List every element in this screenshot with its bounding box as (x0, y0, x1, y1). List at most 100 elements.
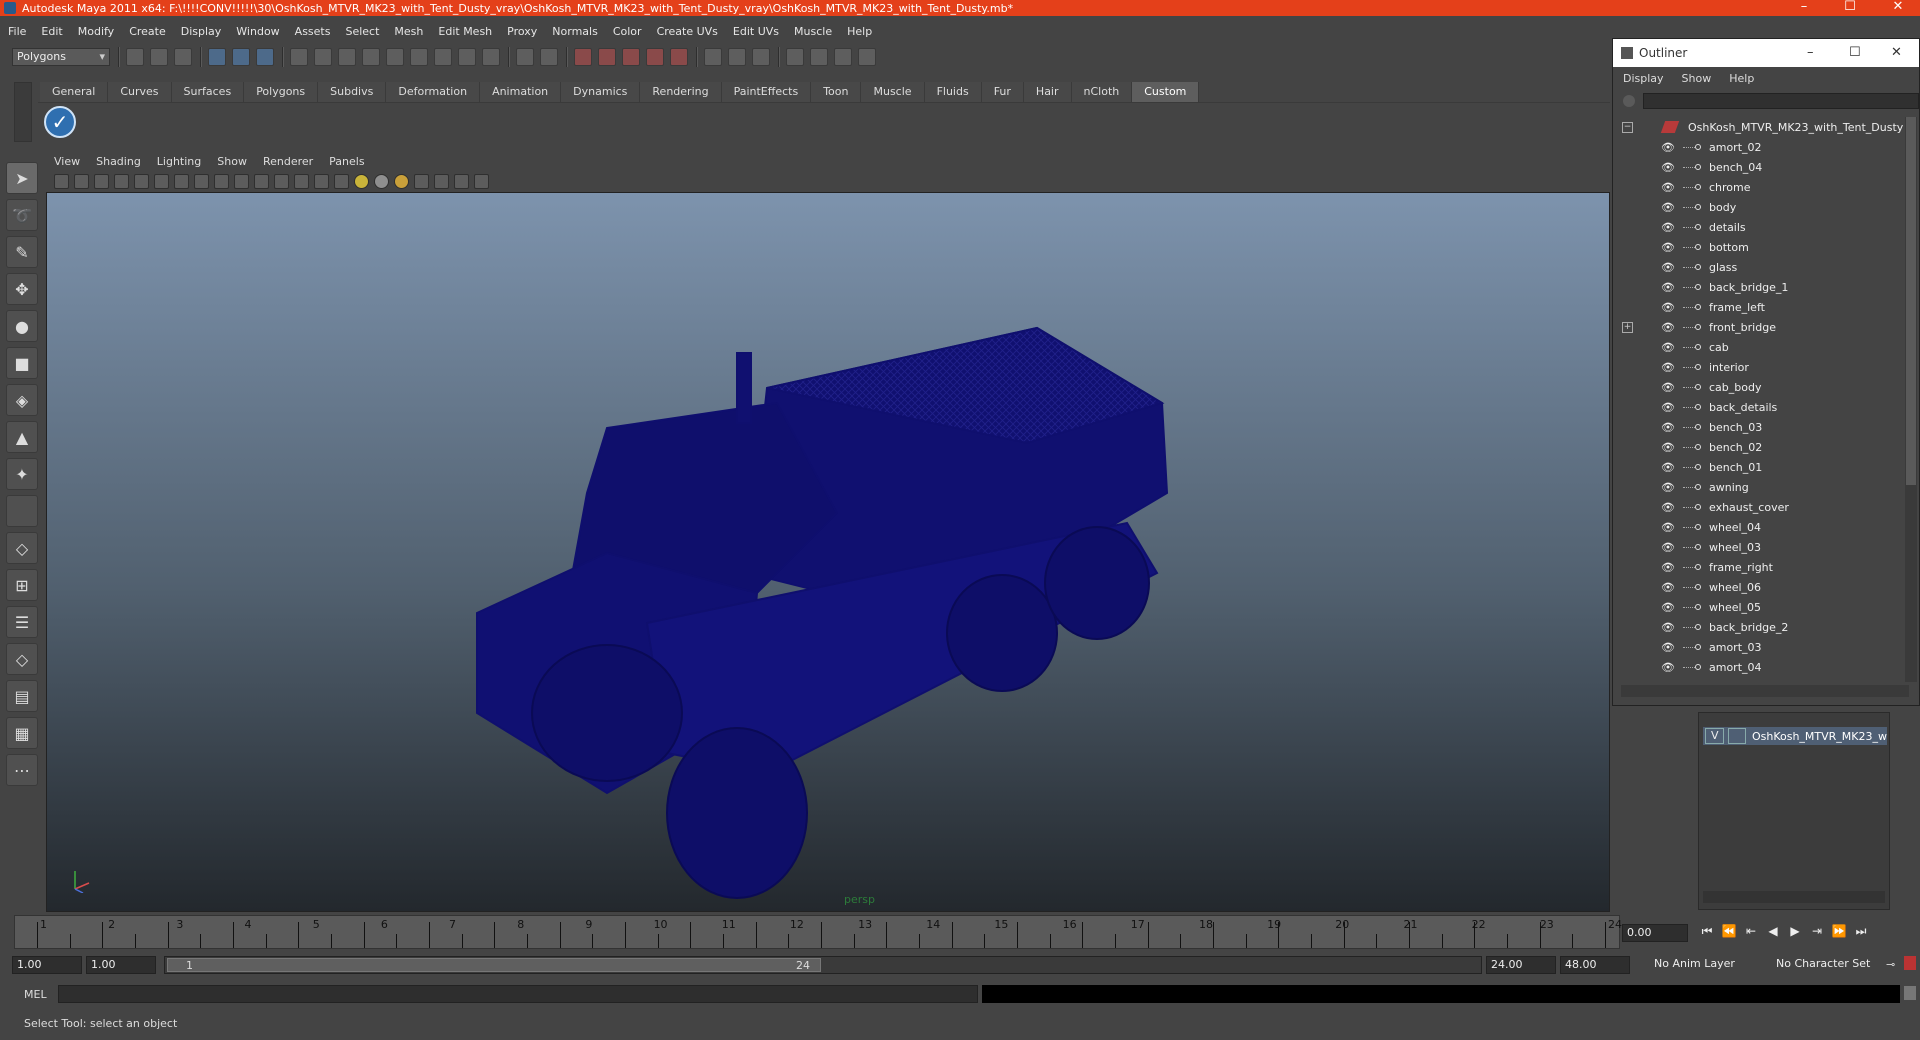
open-scene-icon[interactable] (150, 48, 168, 66)
display-layer-row[interactable]: V OshKosh_MTVR_MK23_w (1703, 727, 1887, 745)
menu-mesh[interactable]: Mesh (394, 25, 423, 38)
step-forward-key-icon[interactable]: ⏩ (1828, 924, 1850, 939)
current-time-field[interactable]: 0.00 (1622, 924, 1688, 942)
filter-icon[interactable] (1623, 95, 1635, 107)
layer-horizontal-scrollbar[interactable] (1703, 891, 1885, 903)
outliner-item[interactable]: 👁 amort_02 (1613, 137, 1905, 157)
checkmark-icon[interactable]: ✓ (44, 106, 76, 138)
viewport-menu-renderer[interactable]: Renderer (263, 155, 313, 168)
character-set-dropdown[interactable]: No Character Set (1772, 956, 1884, 974)
safe-title-icon[interactable] (254, 173, 269, 189)
snap-plane-icon[interactable] (646, 48, 664, 66)
anim-layer-dropdown[interactable]: No Anim Layer (1650, 956, 1766, 974)
tab-muscle[interactable]: Muscle (861, 82, 925, 102)
outliner-item[interactable]: 👁 amort_04 (1613, 657, 1905, 677)
grid-toggle-icon[interactable] (134, 173, 149, 189)
select-joints-icon[interactable] (338, 48, 356, 66)
outliner-item[interactable]: 👁 bench_04 (1613, 157, 1905, 177)
snap-point-icon[interactable] (622, 48, 640, 66)
safe-action-icon[interactable] (234, 173, 249, 189)
layer-name[interactable]: OshKosh_MTVR_MK23_w (1752, 730, 1887, 743)
tab-toon[interactable]: Toon (811, 82, 862, 102)
outliner-item[interactable]: 👁 back_bridge_1 (1613, 277, 1905, 297)
outliner-root-node[interactable]: − OshKosh_MTVR_MK23_with_Tent_Dusty (1613, 117, 1905, 137)
step-back-frame-icon[interactable]: ⇤ (1740, 924, 1762, 939)
outliner-item[interactable]: 👁 wheel_03 (1613, 537, 1905, 557)
menu-create[interactable]: Create (129, 25, 166, 38)
viewport-menu-view[interactable]: View (54, 155, 80, 168)
save-scene-icon[interactable] (174, 48, 192, 66)
menu-modify[interactable]: Modify (78, 25, 114, 38)
tab-general[interactable]: General (40, 82, 109, 102)
tab-rendering[interactable]: Rendering (640, 82, 722, 102)
play-forward-icon[interactable]: ▶ (1784, 924, 1806, 939)
menu-assets[interactable]: Assets (295, 25, 331, 38)
snap-curve-icon[interactable] (598, 48, 616, 66)
tab-hair[interactable]: Hair (1023, 82, 1072, 102)
play-backward-icon[interactable]: ◀ (1762, 924, 1784, 939)
tab-fur[interactable]: Fur (981, 82, 1024, 102)
menu-select[interactable]: Select (345, 25, 379, 38)
tab-ncloth[interactable]: nCloth (1071, 82, 1133, 102)
select-rendering-icon[interactable] (458, 48, 476, 66)
minimize-icon[interactable]: – (1784, 0, 1824, 16)
menu-muscle[interactable]: Muscle (794, 25, 832, 38)
tab-deformation[interactable]: Deformation (386, 82, 481, 102)
outliner-item[interactable]: 👁 back_bridge_2 (1613, 617, 1905, 637)
tab-custom[interactable]: Custom (1132, 82, 1200, 102)
ipr-render-icon[interactable] (834, 48, 852, 66)
outliner-persp-layout-icon[interactable]: ☰ (6, 606, 38, 638)
select-dynamics-icon[interactable] (434, 48, 452, 66)
menu-create-uvs[interactable]: Create UVs (657, 25, 718, 38)
film-gate-icon[interactable] (154, 173, 169, 189)
outliner-item[interactable]: 👁 details (1613, 217, 1905, 237)
isolate-select-icon[interactable] (414, 173, 429, 189)
tab-painteffects[interactable]: PaintEffects (721, 82, 812, 102)
command-input[interactable] (58, 985, 978, 1003)
key-icon[interactable]: ⊸ (1886, 958, 1895, 971)
tab-subdivs[interactable]: Subdivs (318, 82, 387, 102)
step-forward-frame-icon[interactable]: ⇥ (1806, 924, 1828, 939)
outliner-menu-help[interactable]: Help (1729, 72, 1754, 85)
lock-selection-icon[interactable] (516, 48, 534, 66)
outliner-item[interactable]: 👁 wheel_04 (1613, 517, 1905, 537)
outliner-item[interactable]: 👁 glass (1613, 257, 1905, 277)
selection-mask-icon[interactable] (290, 48, 308, 66)
field-chart-icon[interactable] (214, 173, 229, 189)
playback-start-field[interactable]: 1.00 (86, 956, 156, 974)
hud-icon[interactable] (474, 173, 489, 189)
four-pane-layout-icon[interactable]: ⊞ (6, 569, 38, 601)
move-tool-icon[interactable]: ✥ (6, 273, 38, 305)
select-deformers-icon[interactable] (410, 48, 428, 66)
layout-options-icon[interactable]: ⋯ (6, 754, 38, 786)
soft-modification-icon[interactable]: ▲ (6, 421, 38, 453)
outliner-item[interactable]: 👁 awning (1613, 477, 1905, 497)
outliner-item[interactable]: 👁 cab_body (1613, 377, 1905, 397)
select-surfaces-icon[interactable] (386, 48, 404, 66)
render-settings-icon[interactable] (858, 48, 876, 66)
scroll-thumb[interactable] (1906, 117, 1916, 485)
select-handles-icon[interactable] (314, 48, 332, 66)
camera-attributes-icon[interactable] (74, 173, 89, 189)
select-object-icon[interactable] (232, 48, 250, 66)
menu-window[interactable]: Window (236, 25, 279, 38)
input-ops-icon[interactable] (704, 48, 722, 66)
outliner-item[interactable]: 👁 amort_03 (1613, 637, 1905, 657)
make-live-icon[interactable] (670, 48, 688, 66)
outliner-item[interactable]: 👁 bench_02 (1613, 437, 1905, 457)
menu-color[interactable]: Color (613, 25, 642, 38)
tab-dynamics[interactable]: Dynamics (561, 82, 641, 102)
image-plane-icon[interactable] (114, 173, 129, 189)
graph-persp-layout-icon[interactable]: ◇ (6, 643, 38, 675)
shadows-icon[interactable] (394, 173, 409, 189)
new-scene-icon[interactable] (126, 48, 144, 66)
last-tool-icon[interactable] (6, 495, 38, 527)
menu-display[interactable]: Display (181, 25, 222, 38)
select-tool-arrow-icon[interactable]: ➤ (6, 162, 38, 194)
menu-normals[interactable]: Normals (552, 25, 598, 38)
outliner-item[interactable]: 👁 bottom (1613, 237, 1905, 257)
range-slider[interactable]: 1 24 (164, 956, 1482, 974)
outliner-item[interactable]: 👁 exhaust_cover (1613, 497, 1905, 517)
outliner-filter-input[interactable] (1643, 93, 1919, 109)
show-manipulator-icon[interactable]: ✦ (6, 458, 38, 490)
